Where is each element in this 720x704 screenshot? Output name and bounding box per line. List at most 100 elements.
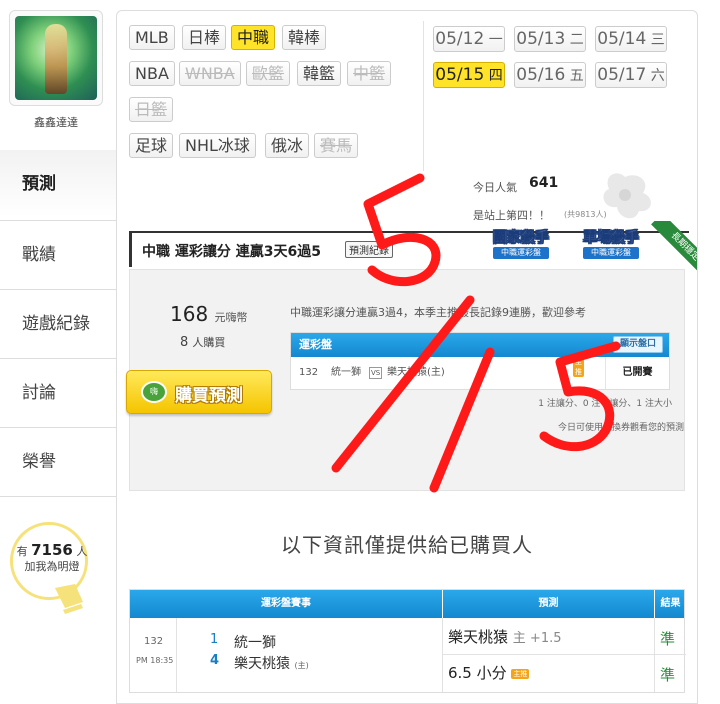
fairy-decoration-icon [603, 173, 651, 219]
divider [176, 618, 177, 692]
weekday-label: 四 [488, 68, 503, 84]
date-label: 05/12 [435, 29, 485, 49]
sport-horse-racing[interactable]: 賽馬 [314, 133, 359, 158]
home-tag: (主) [294, 661, 309, 670]
sport-china-basketball[interactable]: 中籃 [347, 61, 392, 86]
bulb-text: 有 7156 人 加我為明燈 [13, 543, 91, 574]
date-0512[interactable]: 05/12 一 [433, 26, 505, 52]
home-team: 樂天桃猿 [234, 656, 290, 672]
bulb-line2: 加我為明燈 [24, 560, 80, 573]
odds-table-header: 運彩盤 顯示盤口 [291, 333, 669, 357]
sport-khl[interactable]: 俄冰 [265, 133, 310, 158]
pick-total: 6.5 小分 [448, 664, 507, 682]
sport-japan-basketball[interactable]: 日籃 [129, 97, 174, 122]
buyers-unit: 人購買 [192, 336, 226, 349]
vs-tag: VS [369, 367, 383, 379]
nav-item-discuss[interactable]: 討論 [0, 358, 116, 426]
pick-detail: 主 +1.5 [512, 631, 562, 646]
header-prediction: 預測 [442, 590, 654, 618]
price: 168 元嗨幣 [170, 302, 248, 326]
date-label: 05/16 [516, 65, 566, 85]
weekday-label: 五 [569, 68, 584, 84]
away-score: 1 [210, 632, 219, 647]
date-label: 05/15 [435, 65, 485, 85]
date-0514[interactable]: 05/14 三 [595, 26, 667, 52]
weekday-label: 一 [488, 32, 503, 48]
game-time: PM 18:35 [136, 656, 174, 665]
buy-button-label: 購買預測 [175, 386, 243, 406]
price-unit: 元嗨幣 [214, 311, 248, 324]
sport-cpbl[interactable]: 中職 [231, 25, 276, 50]
results-table-header: 運彩盤賽事 預測 結果 [130, 590, 684, 618]
bulb-suffix: 人 [76, 545, 88, 558]
badge-national-killer: 國家殺手 中職運彩盤 [483, 221, 559, 265]
coupon-note: 今日可使用兌換券觀看您的預測 [557, 423, 684, 433]
date-0516[interactable]: 05/16 五 [514, 62, 586, 88]
home-score: 4 [210, 653, 220, 668]
buyers-count: 8 [180, 335, 189, 350]
lightbulb-icon [55, 584, 83, 614]
buy-prediction-button[interactable]: 嗨 購買預測 [126, 370, 272, 414]
sport-nhl[interactable]: NHL冰球 [179, 133, 256, 158]
popularity-count: 641 [529, 175, 559, 191]
divider [442, 618, 443, 692]
nav-item-game-log[interactable]: 遊戲紀錄 [0, 289, 116, 357]
coin-icon: 嗨 [141, 381, 167, 403]
table-row: 132 PM 18:35 1 4 統一獅 樂天桃猿 (主) 樂天桃猿 主 +1.… [130, 618, 686, 692]
odds-table-title: 運彩盤 [299, 338, 332, 351]
prediction-pick-1: 樂天桃猿 主 +1.5 [448, 626, 562, 647]
sport-euro-basketball[interactable]: 歐籃 [246, 61, 291, 86]
prediction-pick-2: 6.5 小分 主推 [448, 662, 530, 683]
away-team: 統一獅 [234, 635, 276, 651]
pick-team: 樂天桃猿 [448, 628, 509, 646]
buyers: 8 人購買 [180, 334, 225, 350]
username[interactable]: 鑫鑫達達 [0, 114, 112, 130]
table-row: 132 統一獅 VS 樂天桃猿(主) 主推 已開賽 [291, 357, 669, 389]
popularity-label: 今日人氣 [473, 181, 517, 194]
result-1: 準 [660, 630, 676, 648]
date-label: 05/13 [516, 29, 566, 49]
prediction-record-tag[interactable]: 預測紀錄 [345, 241, 393, 258]
header-result: 結果 [654, 590, 686, 618]
bulb-prefix: 有 [16, 545, 28, 558]
sidebar: 鑫鑫達達 預測 戰績 遊戲紀錄 討論 榮譽 有 7156 人 加我為明燈 [0, 0, 116, 704]
nav-item-honor[interactable]: 榮譽 [0, 427, 116, 495]
sport-soccer[interactable]: 足球 [129, 133, 174, 158]
game-id: 132 [144, 636, 164, 647]
sport-korea-basketball[interactable]: 韓籃 [297, 61, 342, 86]
stable-ribbon: 長期穩定 [637, 221, 697, 273]
date-0513[interactable]: 05/13 二 [514, 26, 586, 52]
bulb-count: 7156 [31, 541, 73, 559]
nav-item-predict[interactable]: 預測 [0, 150, 116, 218]
sport-wnba[interactable]: WNBA [179, 61, 241, 86]
divider [442, 654, 686, 655]
game-id: 132 [299, 367, 319, 378]
home-team-cell: 樂天桃猿 (主) [234, 653, 309, 673]
date-label: 05/17 [597, 65, 647, 85]
sport-nba[interactable]: NBA [129, 61, 175, 86]
purchase-only-notice: 以下資訊僅提供給已購買人 [281, 533, 533, 557]
show-odds-button[interactable]: 顯示盤口 [612, 336, 663, 353]
date-0517[interactable]: 05/17 六 [595, 62, 667, 88]
prediction-description: 中職運彩讓分連贏3過4，本季主推最長記錄9連勝，歡迎參考 [290, 306, 586, 319]
date-0515[interactable]: 05/15 四 [433, 62, 505, 88]
avatar[interactable] [9, 10, 103, 106]
home-team: 樂天桃猿(主) [387, 367, 445, 378]
sport-kbo[interactable]: 韓棒 [282, 25, 327, 50]
weekday-label: 六 [650, 68, 665, 84]
result-2: 準 [660, 666, 676, 684]
badge-subtitle: 中職運彩盤 [583, 247, 639, 259]
prediction-title: 中職 運彩讓分 連贏3天6過5 [142, 244, 321, 260]
sport-npb[interactable]: 日棒 [182, 25, 227, 50]
game-status: 已開賽 [605, 357, 669, 389]
divider [423, 21, 424, 171]
prediction-stats: 1 注讓分、0 注不讓分、1 注大小 [538, 399, 672, 409]
header-game: 運彩盤賽事 [261, 598, 311, 609]
weekday-label: 三 [650, 32, 665, 48]
sport-mlb[interactable]: MLB [129, 25, 175, 50]
date-label: 05/14 [597, 29, 647, 49]
avatar-image [15, 16, 97, 100]
host-tag: 主推 [573, 357, 584, 377]
prediction-box: 168 元嗨幣 8 人購買 嗨 購買預測 中職運彩讓分連贏3過4，本季主推最長記… [126, 269, 685, 491]
nav-item-record[interactable]: 戰績 [0, 220, 116, 288]
